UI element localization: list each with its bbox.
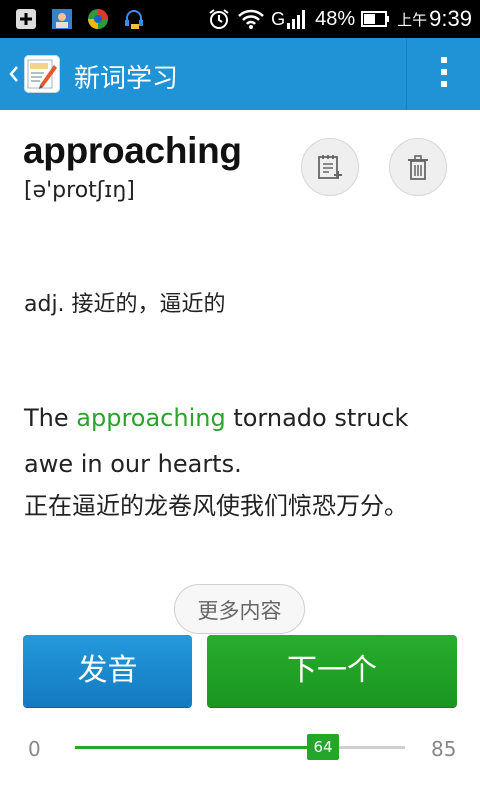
next-word-button[interactable]: 下一个 <box>207 635 457 707</box>
back-chevron-icon[interactable] <box>6 60 22 88</box>
add-to-notebook-button[interactable] <box>301 138 359 196</box>
example-translation: 正在逼近的龙卷风使我们惊恐万分。 <box>24 492 408 520</box>
progress-slider[interactable]: 64 <box>75 734 405 760</box>
signal-icon <box>285 7 309 31</box>
word-phonetic: [ə'protʃɪŋ] <box>24 178 135 203</box>
wifi-icon <box>237 7 265 31</box>
progress-max-label: 85 <box>431 737 457 761</box>
battery-icon <box>361 7 391 31</box>
word-definition: adj. 接近的，逼近的 <box>24 292 226 317</box>
status-bar: G 48% 上午 9:39 <box>0 0 480 38</box>
add-icon <box>14 7 38 31</box>
headset-icon <box>122 7 146 31</box>
example-highlight: approaching <box>76 404 226 432</box>
example-text-before: The <box>24 404 77 432</box>
battery-percent: 48% <box>315 7 356 30</box>
pronounce-button[interactable]: 发音 <box>23 635 192 707</box>
trash-icon <box>408 155 428 180</box>
clock: 9:39 <box>429 6 472 31</box>
action-bar: 新词学习 <box>0 38 480 110</box>
delete-word-button[interactable] <box>389 138 447 196</box>
action-bar-divider <box>406 38 407 110</box>
progress-fill <box>75 746 323 749</box>
browser-icon <box>86 7 110 31</box>
word-term: approaching <box>23 130 242 171</box>
add-note-icon <box>318 155 342 179</box>
progress-min-label: 0 <box>28 737 41 761</box>
network-type: G <box>271 8 286 29</box>
alarm-icon <box>207 7 231 31</box>
contacts-icon <box>50 7 74 31</box>
more-content-button[interactable]: 更多内容 <box>174 584 305 634</box>
clock-prefix: 上午 <box>397 11 428 29</box>
progress-thumb[interactable]: 64 <box>307 734 339 760</box>
example-sentence: The approaching tornado struck awe in ou… <box>24 395 454 525</box>
overflow-menu-icon[interactable] <box>435 57 453 91</box>
page-title: 新词学习 <box>74 64 179 94</box>
app-logo-icon[interactable] <box>24 55 60 93</box>
